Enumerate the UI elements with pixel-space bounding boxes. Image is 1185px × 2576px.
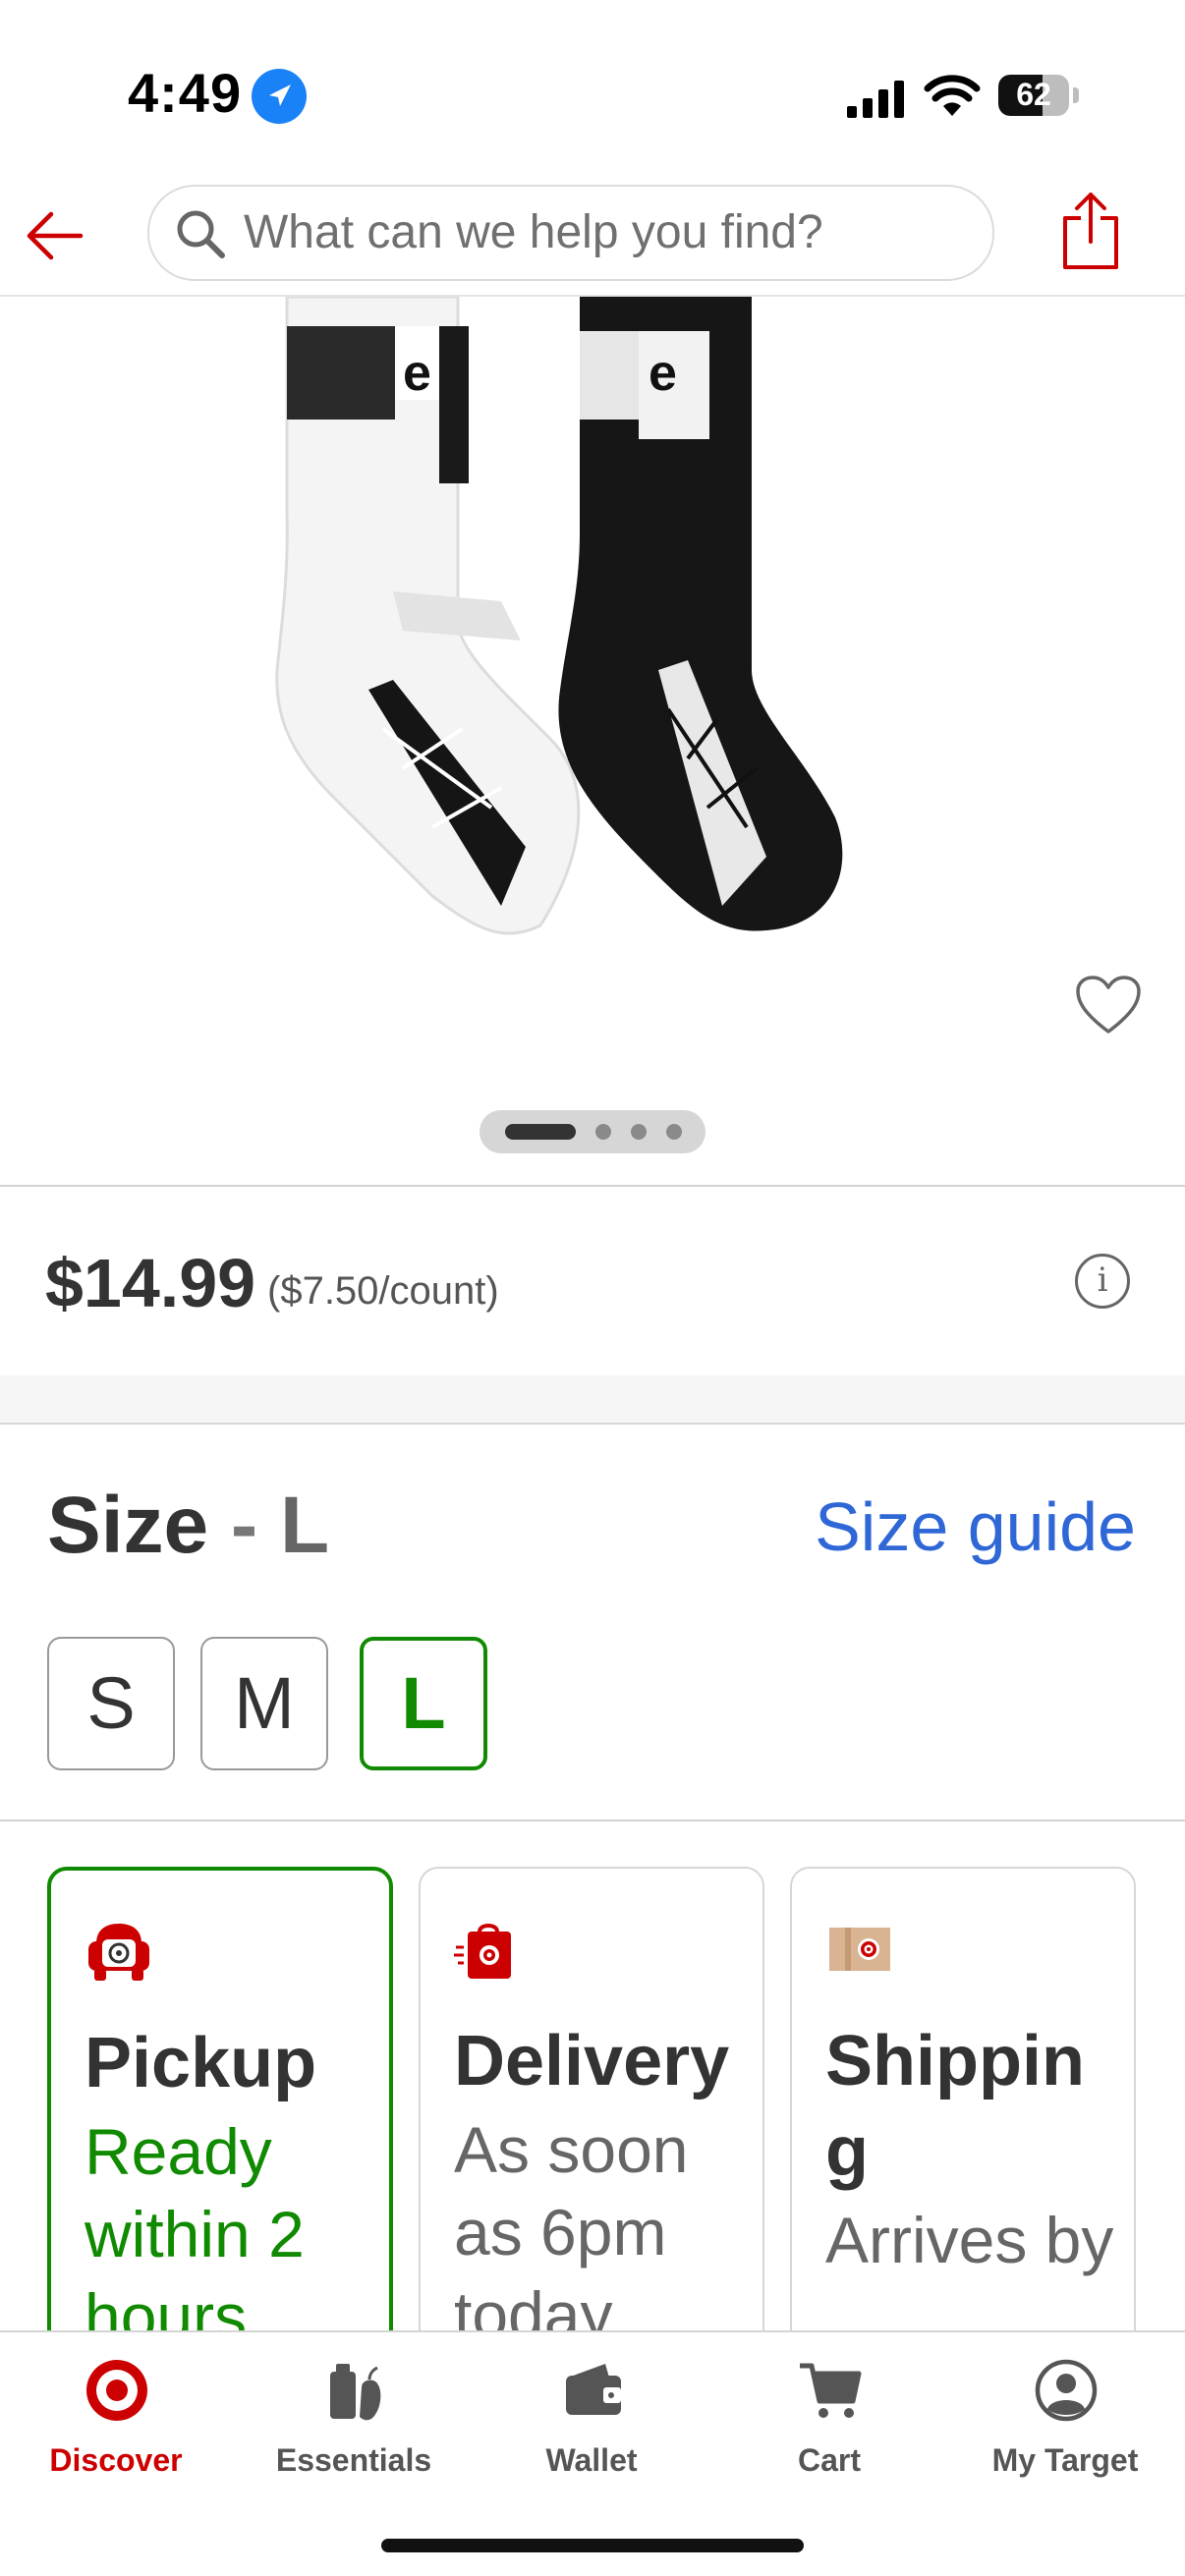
pickup-option[interactable]: Pickup Ready within 2 hours <box>47 1867 393 2332</box>
size-label: Size <box>47 1481 209 1570</box>
delivery-bag-icon <box>454 1924 511 1979</box>
size-separator: - <box>230 1481 258 1570</box>
status-bar: 4:49 62 <box>0 0 1185 177</box>
tab-essentials[interactable]: Essentials <box>246 2358 462 2495</box>
tab-cart[interactable]: Cart <box>721 2358 937 2495</box>
carousel-dot <box>595 1124 611 1140</box>
tab-label-discover: Discover <box>49 2442 183 2478</box>
top-navigation: What can we help you find? <box>0 177 1185 297</box>
share-icon[interactable] <box>1059 189 1122 271</box>
back-arrow-icon[interactable] <box>22 200 92 271</box>
svg-text:e: e <box>649 345 677 402</box>
product-image-carousel[interactable]: e e <box>0 297 1185 1185</box>
size-option-s[interactable]: S <box>47 1637 175 1770</box>
pickup-status: Ready within 2 hours <box>85 2115 305 2332</box>
delivery-title: Delivery <box>454 2022 730 2100</box>
heart-icon[interactable] <box>1075 975 1142 1036</box>
tab-wallet[interactable]: Wallet <box>483 2358 700 2495</box>
shipping-status: Arrives by <box>825 2204 1114 2276</box>
product-page: 4:49 62 What can we help you find? e e $… <box>0 0 1185 2576</box>
search-icon <box>177 210 225 258</box>
size-option-m[interactable]: M <box>200 1637 328 1770</box>
section-divider <box>0 1375 1185 1425</box>
carousel-dot-active <box>505 1124 576 1140</box>
essentials-icon <box>330 2364 381 2421</box>
product-price: $14.99 <box>45 1245 256 1321</box>
delivery-option[interactable]: Delivery As soon as 6pm today <box>419 1867 764 2332</box>
account-icon <box>1035 2359 1098 2422</box>
tab-my-target[interactable]: My Target <box>957 2358 1173 2495</box>
location-arrow-icon <box>252 69 307 124</box>
price-section: $14.99 ($7.50/count) i <box>0 1185 1185 1377</box>
size-guide-link[interactable]: Size guide <box>815 1487 1136 1566</box>
battery-percentage: 62 <box>1016 77 1051 112</box>
tab-label-essentials: Essentials <box>275 2442 432 2478</box>
target-bullseye-icon <box>86 2360 147 2421</box>
product-image-socks: e e <box>275 297 843 935</box>
carousel-indicator[interactable] <box>480 1110 705 1153</box>
carousel-dot <box>631 1124 647 1140</box>
status-time: 4:49 <box>128 62 243 124</box>
tab-label-cart: Cart <box>797 2442 861 2478</box>
search-box[interactable]: What can we help you find? <box>147 185 994 281</box>
search-input[interactable]: What can we help you find? <box>244 187 823 279</box>
pickup-title: Pickup <box>85 2024 317 2102</box>
wifi-icon <box>924 75 981 116</box>
cellular-signal-icon <box>847 81 904 118</box>
info-icon[interactable]: i <box>1075 1254 1130 1309</box>
carousel-dot <box>666 1124 682 1140</box>
shipping-option[interactable]: Shipping Arrives by <box>790 1867 1136 2332</box>
cart-icon <box>800 2363 862 2418</box>
tab-label-my-target: My Target <box>991 2442 1139 2478</box>
fulfillment-options: Pickup Ready within 2 hours Delivery As … <box>0 1821 1185 2332</box>
pickup-car-icon <box>88 1924 149 1981</box>
selected-size-value: L <box>280 1481 330 1570</box>
size-option-l[interactable]: L <box>360 1637 487 1770</box>
delivery-status: As soon as 6pm today <box>454 2113 689 2332</box>
tab-discover[interactable]: Discover <box>8 2358 224 2495</box>
home-indicator[interactable] <box>381 2539 804 2552</box>
shipping-title: Shipping <box>825 2022 1085 2191</box>
unit-price: ($7.50/count) <box>267 1269 499 1313</box>
size-heading: Size - L <box>47 1480 329 1572</box>
svg-text:e: e <box>403 345 431 402</box>
battery-icon: 62 <box>998 75 1079 118</box>
shipping-box-icon <box>829 1928 890 1971</box>
tab-label-wallet: Wallet <box>545 2442 638 2478</box>
size-section: Size - L Size guide S M L <box>0 1425 1185 1821</box>
wallet-icon <box>566 2364 621 2415</box>
